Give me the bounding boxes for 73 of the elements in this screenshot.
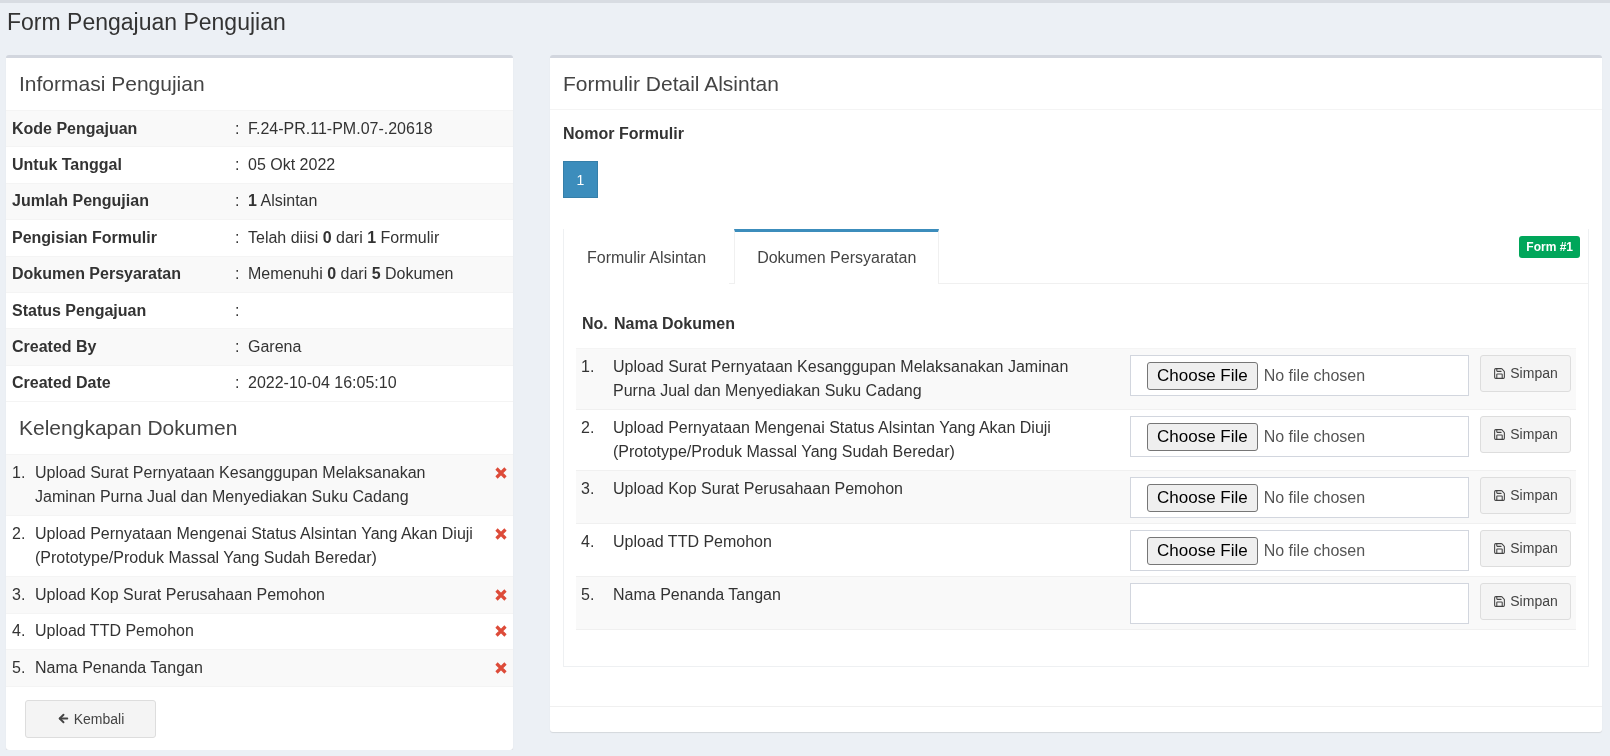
- list-number: 4.: [12, 621, 27, 642]
- list-number: 5.: [12, 657, 27, 678]
- list-number: 3.: [12, 584, 27, 605]
- document-name: Upload TTD Pemohon: [35, 621, 195, 642]
- document-name: Upload Kop Surat Perusahaan Pemohon: [35, 584, 326, 605]
- document-name: Upload Surat Pernyataan Kesanggupan Melaksanakan Jaminan Purna Jual dan Menyediakan Suku Cadang: [35, 462, 427, 508]
- panel-title: Formulir Detail Alsintan: [563, 70, 779, 97]
- field-label: Created By: [12, 338, 98, 357]
- file-input-field[interactable]: Choose File No file chosen: [1130, 529, 1469, 571]
- field-value: 1 Alsintan: [248, 192, 319, 211]
- form-number-button[interactable]: 1: [563, 161, 598, 198]
- file-status-text: No file chosen: [1263, 487, 1366, 508]
- form-badge: Form #1: [1519, 236, 1580, 258]
- field-label: Jumlah Pengujian: [12, 192, 150, 211]
- file-status-text: No file chosen: [1263, 540, 1366, 561]
- colon: :: [235, 301, 241, 320]
- colon: :: [235, 156, 241, 175]
- colon: :: [235, 374, 241, 393]
- input-field[interactable]: [1130, 582, 1469, 624]
- row-number: 3.: [580, 478, 596, 499]
- colon: :: [235, 192, 241, 211]
- page-title: Form Pengajuan Pengujian: [6, 8, 287, 37]
- save-button[interactable]: Simpan: [1480, 529, 1571, 567]
- field-value: Telah diisi 0 dari 1 Formulir: [248, 228, 441, 247]
- document-name: Nama Penanda Tangan: [613, 584, 782, 605]
- field-label: Kode Pengajuan: [12, 119, 139, 138]
- save-button[interactable]: Simpan: [1480, 582, 1571, 620]
- field-value: Garena: [248, 338, 303, 357]
- document-name: Nama Penanda Tangan: [35, 657, 204, 678]
- save-button[interactable]: Simpan: [1480, 476, 1571, 514]
- document-name: Upload Pernyataan Mengenai Status Alsintan Yang Akan Diuji (Prototype/Produk Massal Yang Sudah Beredar): [35, 523, 474, 569]
- colon: :: [235, 265, 241, 284]
- choose-file-button[interactable]: Choose File: [1147, 362, 1258, 390]
- colon: :: [235, 338, 241, 357]
- file-input-field[interactable]: Choose File No file chosen: [1130, 415, 1469, 457]
- field-label: Nomor Formulir: [563, 124, 685, 144]
- file-input-field[interactable]: Choose File No file chosen: [1130, 476, 1469, 518]
- list-number: 2.: [12, 523, 27, 544]
- file-status-text: No file chosen: [1263, 426, 1366, 447]
- field-label: Created Date: [12, 374, 112, 393]
- panel-title: Kelengkapan Dokumen: [19, 415, 238, 442]
- column-header: Nama Dokumen: [613, 314, 736, 333]
- file-status-text: No file chosen: [1263, 365, 1366, 386]
- save-button[interactable]: Simpan: [1480, 415, 1571, 453]
- arrow-left-icon: [56, 712, 70, 726]
- row-number: 1.: [580, 356, 596, 377]
- document-name: Upload Kop Surat Perusahaan Pemohon: [613, 478, 904, 499]
- choose-file-button[interactable]: Choose File: [1147, 484, 1258, 512]
- row-number: 2.: [580, 417, 596, 438]
- file-input-field[interactable]: Choose File No file chosen: [1130, 354, 1469, 396]
- field-value: 2022-10-04 16:05:10: [248, 374, 398, 393]
- choose-file-button[interactable]: Choose File: [1147, 423, 1258, 451]
- document-name: Upload TTD Pemohon: [613, 531, 773, 552]
- field-label: Dokumen Persyaratan: [12, 265, 182, 284]
- field-value: F.24-PR.11-PM.07-.20618: [248, 119, 434, 138]
- field-value: 05 Okt 2022: [248, 156, 337, 175]
- document-name: Upload Surat Pernyataan Kesanggupan Melaksanakan Jaminan Purna Jual dan Menyediakan Suku Cadang: [613, 356, 1070, 401]
- field-label: Untuk Tanggal: [12, 156, 123, 175]
- choose-file-button[interactable]: Choose File: [1147, 537, 1258, 565]
- field-value: Memenuhi 0 dari 5 Dokumen: [248, 265, 455, 284]
- save-button[interactable]: Simpan: [1480, 354, 1571, 392]
- tab[interactable]: Dokumen Persyaratan: [734, 229, 940, 284]
- panel-title: Informasi Pengujian: [19, 71, 205, 97]
- row-number: 4.: [580, 531, 596, 552]
- document-name: Upload Pernyataan Mengenai Status Alsintan Yang Akan Diuji (Prototype/Produk Massal Yang Sudah Beredar): [613, 417, 1052, 462]
- column-header: No.: [581, 314, 609, 333]
- list-number: 1.: [12, 462, 27, 483]
- back-button[interactable]: Kembali: [25, 699, 156, 738]
- field-label: Pengisian Formulir: [12, 228, 158, 247]
- colon: :: [235, 119, 241, 138]
- colon: :: [235, 228, 241, 247]
- row-number: 5.: [580, 584, 596, 605]
- field-label: Status Pengajuan: [12, 301, 148, 320]
